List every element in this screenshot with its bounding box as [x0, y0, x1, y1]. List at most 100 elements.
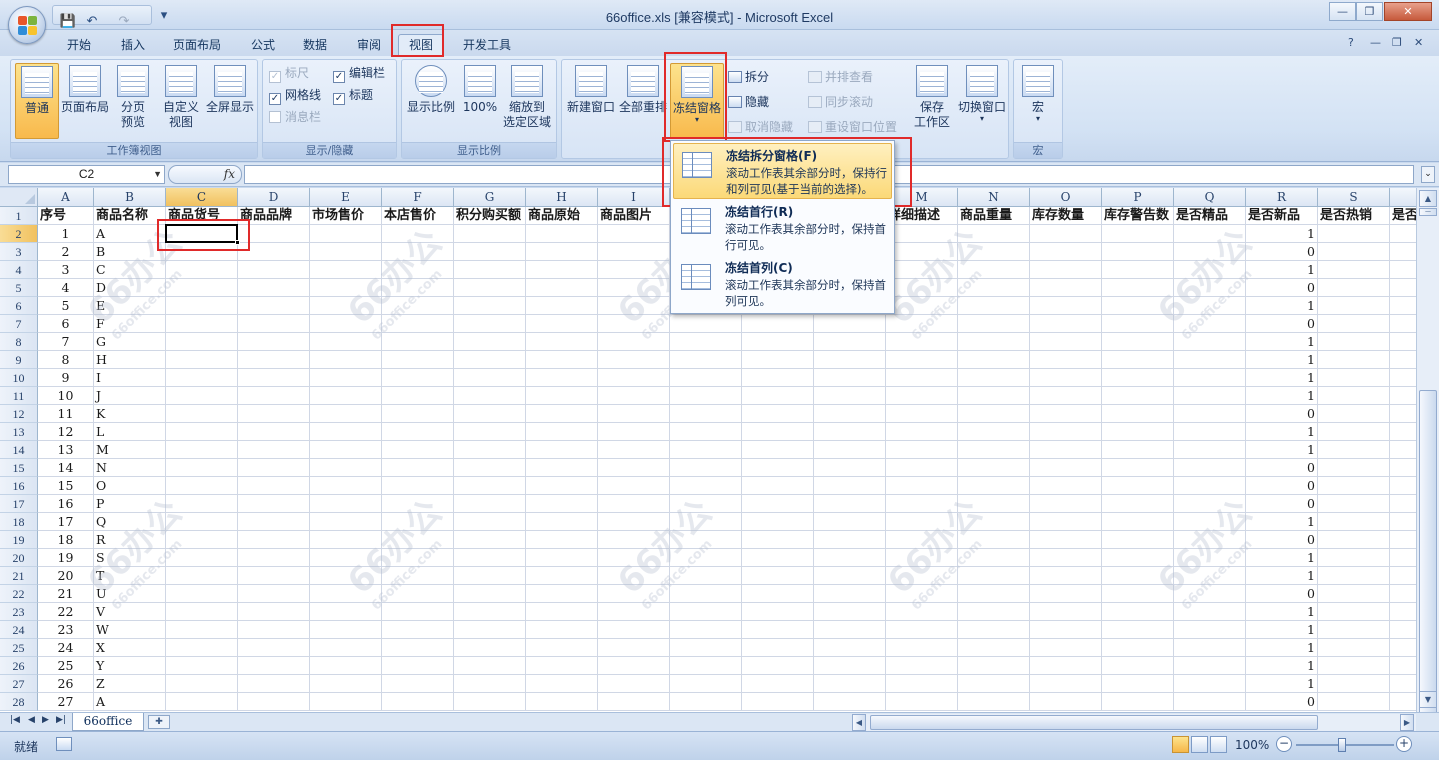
cell-L10[interactable]: [814, 369, 886, 387]
cell-I10[interactable]: [598, 369, 670, 387]
cell-E10[interactable]: [310, 369, 382, 387]
column-header-N[interactable]: N: [958, 188, 1030, 207]
cell-G9[interactable]: [454, 351, 526, 369]
cell-Q14[interactable]: [1174, 441, 1246, 459]
cell-K27[interactable]: [742, 675, 814, 693]
cell-R18[interactable]: 1: [1246, 513, 1318, 531]
row-header-19[interactable]: 19: [0, 531, 38, 549]
cell-N12[interactable]: [958, 405, 1030, 423]
cell-E25[interactable]: [310, 639, 382, 657]
formula-bar-checkbox[interactable]: ✓ 编辑栏: [333, 64, 385, 83]
cell-I2[interactable]: [598, 225, 670, 243]
cell-G3[interactable]: [454, 243, 526, 261]
cell-C1[interactable]: 商品货号: [166, 207, 238, 225]
cell-A8[interactable]: 7: [38, 333, 94, 351]
cell-B9[interactable]: H: [94, 351, 166, 369]
cell-I1[interactable]: 商品图片: [598, 207, 670, 225]
cell-G18[interactable]: [454, 513, 526, 531]
cell-H28[interactable]: [526, 693, 598, 711]
cell-C16[interactable]: [166, 477, 238, 495]
cell-I8[interactable]: [598, 333, 670, 351]
cell-S19[interactable]: [1318, 531, 1390, 549]
cell-L17[interactable]: [814, 495, 886, 513]
zoom-slider-thumb[interactable]: [1338, 738, 1346, 752]
cell-Q18[interactable]: [1174, 513, 1246, 531]
cell-I5[interactable]: [598, 279, 670, 297]
expand-formula-bar-icon[interactable]: ⌄: [1421, 166, 1435, 183]
cell-G10[interactable]: [454, 369, 526, 387]
split-button[interactable]: 拆分: [728, 68, 769, 86]
cell-P14[interactable]: [1102, 441, 1174, 459]
cell-O7[interactable]: [1030, 315, 1102, 333]
cell-D9[interactable]: [238, 351, 310, 369]
cell-B12[interactable]: K: [94, 405, 166, 423]
cell-E22[interactable]: [310, 585, 382, 603]
cell-Q26[interactable]: [1174, 657, 1246, 675]
cell-P16[interactable]: [1102, 477, 1174, 495]
switch-windows-button[interactable]: 切换窗口 ▾: [956, 63, 1008, 139]
cell-B20[interactable]: S: [94, 549, 166, 567]
cell-M19[interactable]: [886, 531, 958, 549]
cell-A9[interactable]: 8: [38, 351, 94, 369]
arrange-all-button[interactable]: 全部重排: [618, 63, 668, 139]
cell-P3[interactable]: [1102, 243, 1174, 261]
cell-Q28[interactable]: [1174, 693, 1246, 711]
cell-B8[interactable]: G: [94, 333, 166, 351]
cell-T12[interactable]: [1390, 405, 1416, 423]
cell-O9[interactable]: [1030, 351, 1102, 369]
cell-L23[interactable]: [814, 603, 886, 621]
row-header-12[interactable]: 12: [0, 405, 38, 423]
cell-D18[interactable]: [238, 513, 310, 531]
help-icon[interactable]: ?: [1348, 36, 1354, 49]
cell-M16[interactable]: [886, 477, 958, 495]
cell-N22[interactable]: [958, 585, 1030, 603]
cell-S23[interactable]: [1318, 603, 1390, 621]
cell-F17[interactable]: [382, 495, 454, 513]
cell-N28[interactable]: [958, 693, 1030, 711]
cell-T4[interactable]: [1390, 261, 1416, 279]
cell-E12[interactable]: [310, 405, 382, 423]
cell-K13[interactable]: [742, 423, 814, 441]
column-header-H[interactable]: H: [526, 188, 598, 207]
scroll-right-icon[interactable]: ▶: [1400, 714, 1414, 731]
cell-M11[interactable]: [886, 387, 958, 405]
cell-E21[interactable]: [310, 567, 382, 585]
cell-M2[interactable]: [886, 225, 958, 243]
cell-N3[interactable]: [958, 243, 1030, 261]
cell-G1[interactable]: 积分购买额: [454, 207, 526, 225]
cell-C14[interactable]: [166, 441, 238, 459]
cell-F23[interactable]: [382, 603, 454, 621]
sync-scroll-button[interactable]: 同步滚动: [808, 93, 873, 111]
cell-G4[interactable]: [454, 261, 526, 279]
cell-T18[interactable]: [1390, 513, 1416, 531]
cell-R7[interactable]: 0: [1246, 315, 1318, 333]
cell-S22[interactable]: [1318, 585, 1390, 603]
cell-F16[interactable]: [382, 477, 454, 495]
cell-H21[interactable]: [526, 567, 598, 585]
cell-A21[interactable]: 20: [38, 567, 94, 585]
cell-L22[interactable]: [814, 585, 886, 603]
cell-E26[interactable]: [310, 657, 382, 675]
cell-K7[interactable]: [742, 315, 814, 333]
cell-E15[interactable]: [310, 459, 382, 477]
cell-Q7[interactable]: [1174, 315, 1246, 333]
restore-button[interactable]: ❐: [1356, 2, 1383, 21]
cell-M25[interactable]: [886, 639, 958, 657]
cell-L7[interactable]: [814, 315, 886, 333]
cell-C7[interactable]: [166, 315, 238, 333]
zoom-level[interactable]: 100%: [1235, 738, 1269, 752]
cell-S13[interactable]: [1318, 423, 1390, 441]
ribbon-close-button[interactable]: ✕: [1414, 36, 1423, 49]
cell-N10[interactable]: [958, 369, 1030, 387]
cell-T15[interactable]: [1390, 459, 1416, 477]
cell-S4[interactable]: [1318, 261, 1390, 279]
cell-P8[interactable]: [1102, 333, 1174, 351]
cell-O14[interactable]: [1030, 441, 1102, 459]
cell-H4[interactable]: [526, 261, 598, 279]
cell-B18[interactable]: Q: [94, 513, 166, 531]
cell-K26[interactable]: [742, 657, 814, 675]
vertical-scrollbar[interactable]: ▲ — ▼: [1416, 188, 1439, 760]
cell-K12[interactable]: [742, 405, 814, 423]
cell-A10[interactable]: 9: [38, 369, 94, 387]
cell-R5[interactable]: 0: [1246, 279, 1318, 297]
